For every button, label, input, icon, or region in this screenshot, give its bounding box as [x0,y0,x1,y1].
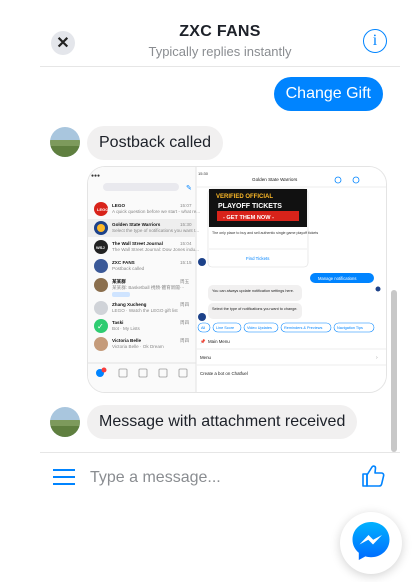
svg-text:✓: ✓ [97,322,104,331]
conv-preview: Select the type of notifications you wan… [112,228,199,233]
quick-reply: Video Updates [247,326,272,330]
manage-notifications: Manage notifications [318,276,356,281]
quick-reply: All [201,326,205,330]
conv-preview: A quick question before we start - what … [112,209,200,214]
status-time: 15:30 [198,171,209,176]
message-composer [40,452,400,501]
banner-line1: VERIFIED OFFICIAL [216,194,273,200]
conv-preview: LEGO · Watch the LEGO gift list [112,308,178,313]
banner-line3: - GET THEM NOW - [223,215,274,221]
quick-reply: Reminders & Previews [284,326,323,330]
svg-text:LEGO: LEGO [97,207,108,212]
conv-time: 15:15 [180,260,192,265]
card-caption: The only place to buy and sell authentic… [212,231,318,235]
messenger-logo-icon [349,519,393,568]
conv-preview: The Wall Street Journal: Dow Jones indu.… [112,247,199,252]
banner-line2: PLAYOFF TICKETS [218,203,282,210]
conv-name: LEGO [112,203,125,208]
conv-name: Victoria Belle [112,338,141,343]
info-icon: i [372,32,378,49]
avatar [50,127,80,157]
scrollbar[interactable] [391,290,397,452]
conv-name: The Wall Street Journal [112,241,163,246]
svg-text:✎: ✎ [186,185,192,192]
conv-time: 15:07 [180,203,192,208]
thumbs-up-icon[interactable] [360,463,386,494]
page-title: ZXC FANS [179,23,261,40]
info-button[interactable]: i [363,29,387,53]
bot-text1: You can always update notification setti… [212,289,294,293]
image-attachment[interactable]: ●●● ✎ LEGO LEGO A quick question before … [87,166,387,393]
svg-text:WSJ: WSJ [96,245,105,250]
menu: Menu [200,355,212,360]
conv-time: 15:30 [180,222,192,227]
main-menu: Main Menu [208,339,230,344]
conv-name: Zhang Xucheng [112,302,147,307]
contact-name: Golden State Warriors [252,177,298,182]
message-input[interactable] [88,463,342,493]
conv-preview: Bot · My Lists [112,326,141,331]
outgoing-message-bubble[interactable]: Change Gift [273,77,383,111]
bot-text2: Select the type of notifications you wan… [212,307,297,311]
incoming-message-bubble[interactable]: Message with attachment received [87,405,358,439]
response-time-subtitle: Typically replies instantly [148,44,292,59]
create-bot: Create a bot on Chatfuel [200,371,248,376]
avatar [50,407,80,437]
messenger-button[interactable] [340,512,402,574]
svg-text:📌: 📌 [200,338,206,344]
conv-time: 15:04 [180,241,192,246]
quick-reply: Line Score [216,326,234,330]
conv-name: Taski [112,320,123,325]
conv-preview: Postback called [112,266,145,271]
card-button: Find Tickets [246,256,270,261]
conv-name: 某某群 [111,278,126,285]
svg-text:●●●: ●●● [91,173,100,179]
chat-header: ✕ ZXC FANS Typically replies instantly i [40,0,400,67]
quick-reply: Navigation Tips [337,326,363,330]
incoming-message-bubble[interactable]: Postback called [87,126,224,160]
conv-name: Golden State Warriors [112,222,161,227]
conv-preview: 某某群: Basketball 視頻·體育新聞··· [112,284,185,291]
conv-name: ZXC FANS [112,260,135,265]
conv-preview: Victoria Belle · Ok Dream [112,344,164,349]
attachment-screenshot-image: ●●● ✎ LEGO LEGO A quick question before … [88,167,386,392]
hamburger-menu-icon[interactable] [53,467,75,492]
